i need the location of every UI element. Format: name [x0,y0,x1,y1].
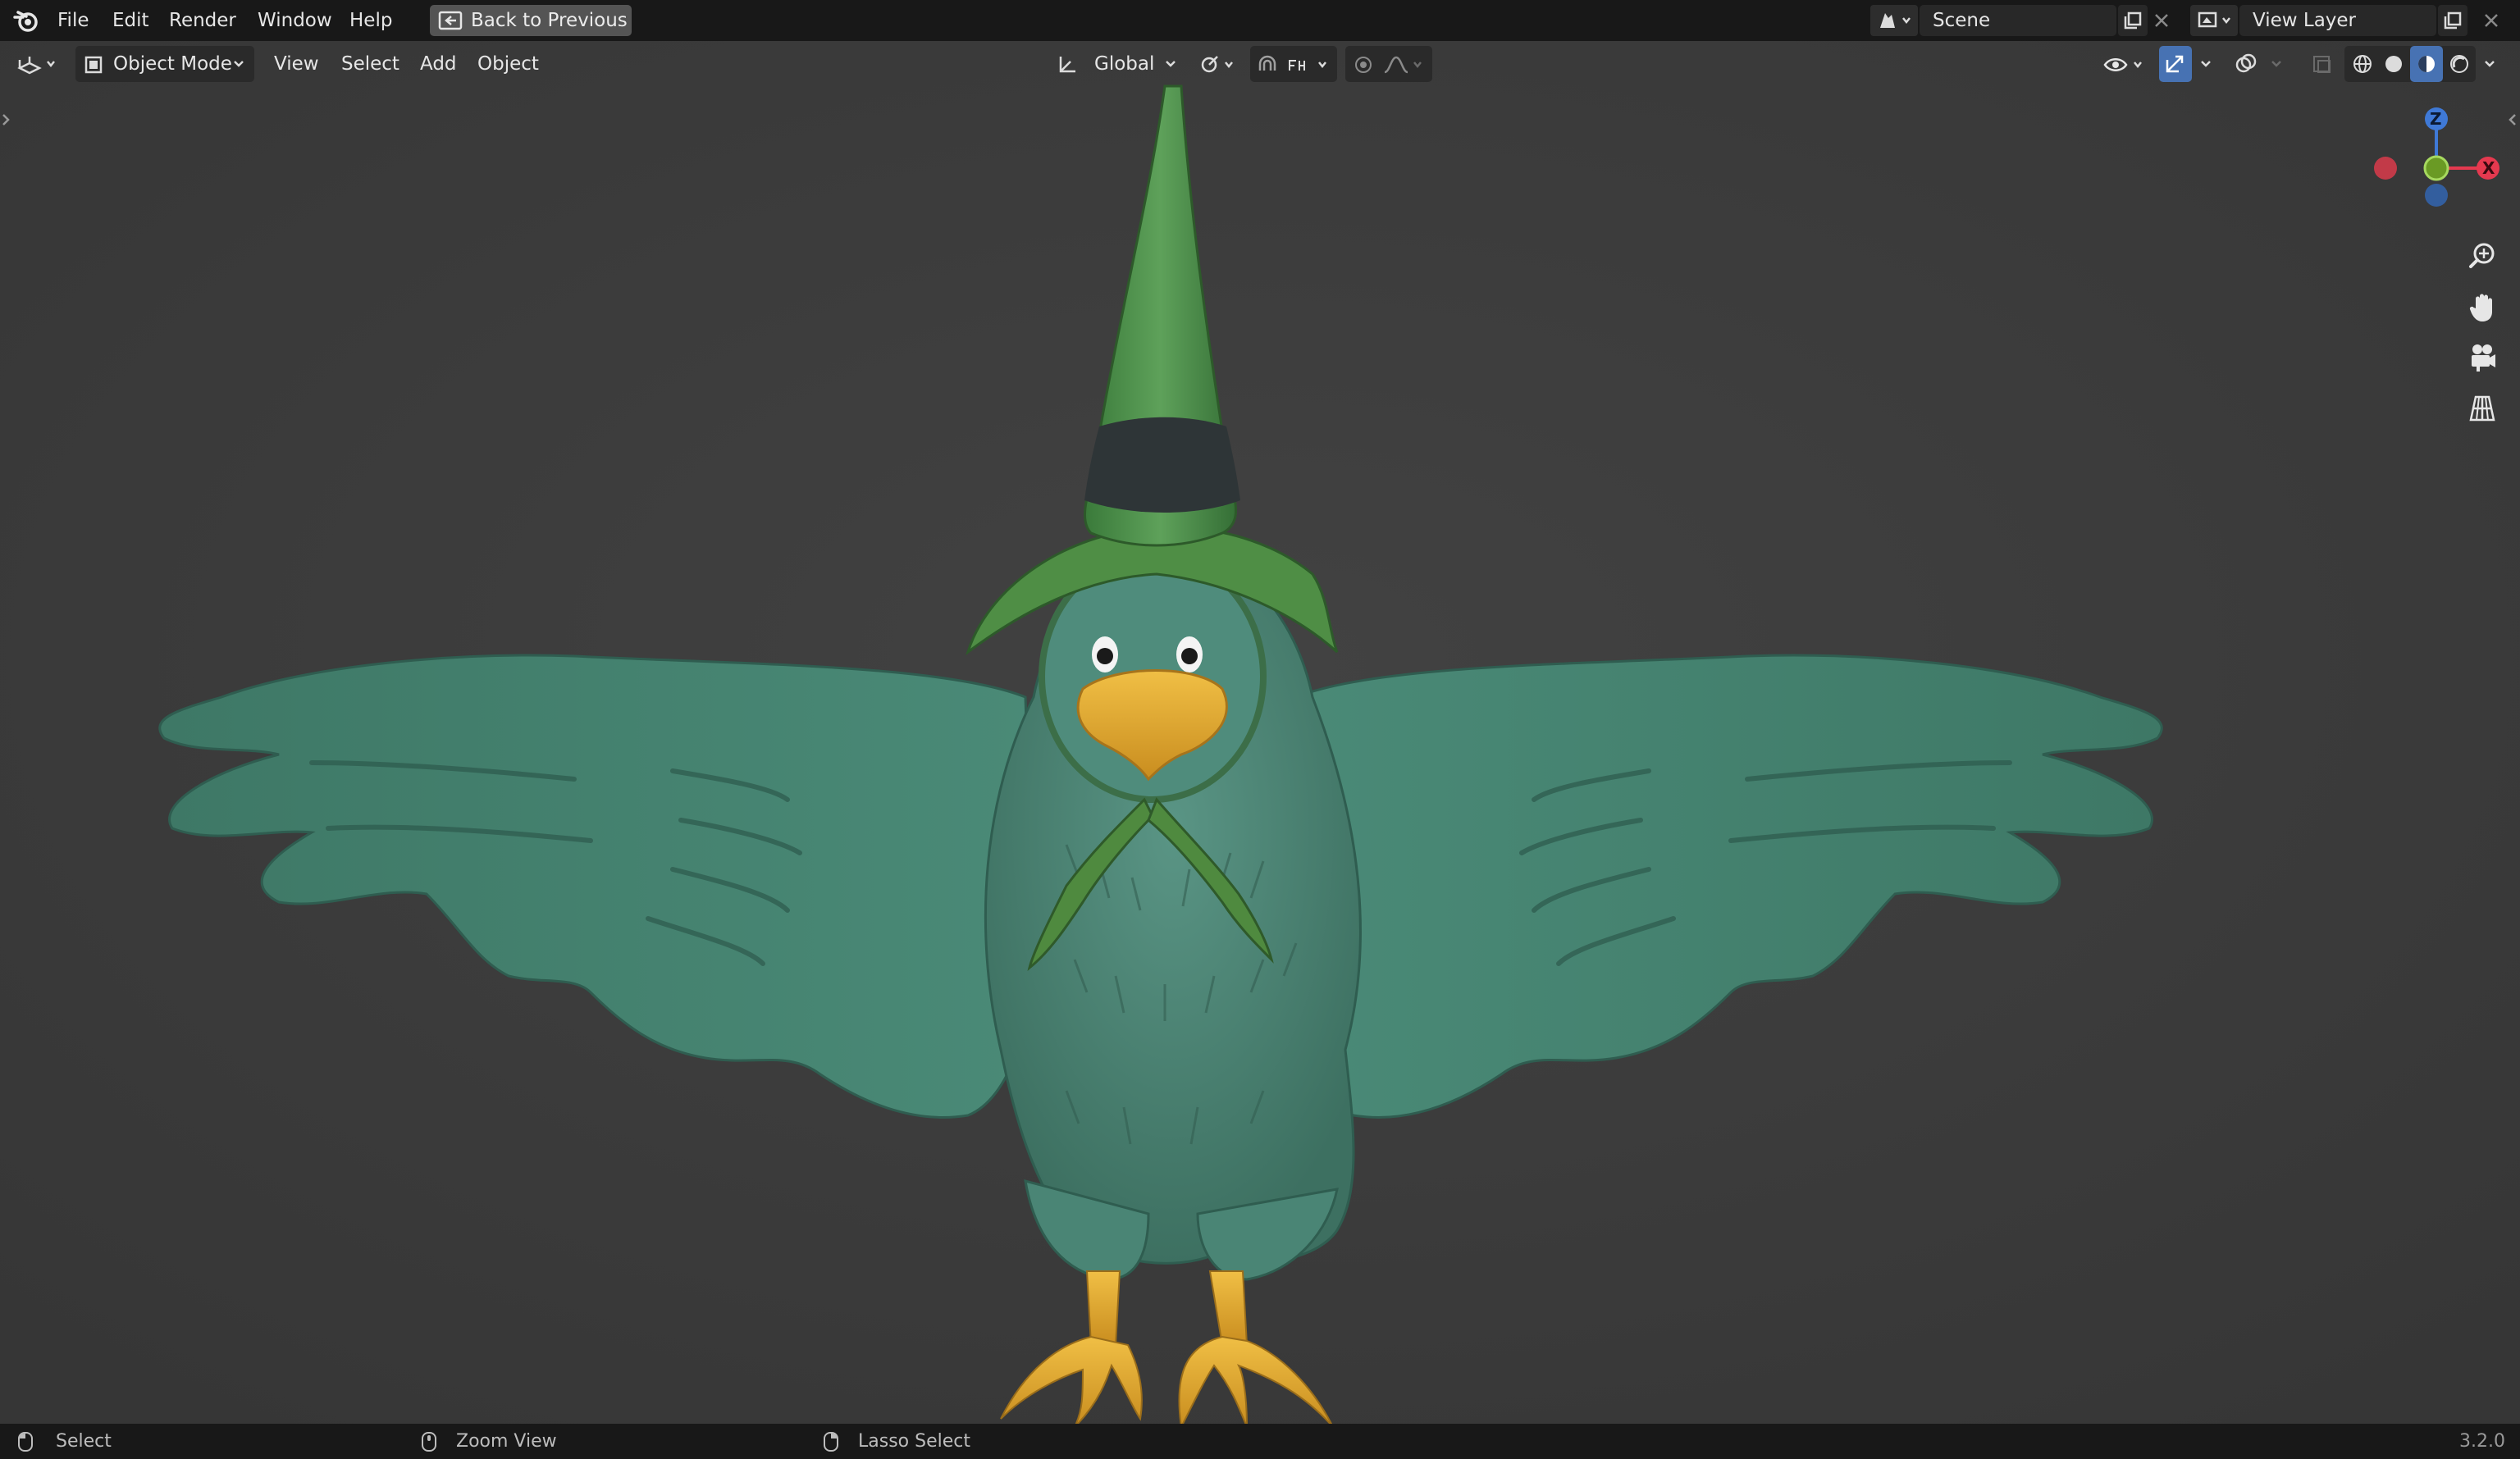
menu-select[interactable]: Select [331,46,409,82]
orientation-label: Global [1094,53,1155,75]
scene-icon [1880,13,1911,28]
menu-view[interactable]: View [264,46,329,82]
status-select-label: Select [56,1431,112,1452]
camera-view-button[interactable] [2464,340,2500,376]
shading-options-dropdown[interactable] [2477,46,2502,82]
pivot-point-icon [1201,56,1233,73]
menu-window[interactable]: Window [248,7,342,34]
chevron-down-icon [234,61,244,67]
zoom-icon [2469,243,2495,268]
xray-icon [2313,56,2331,73]
view-layer-name-field[interactable]: View Layer [2239,5,2436,36]
show-gizmo-toggle[interactable] [2159,46,2192,82]
hat-band [1084,417,1240,513]
version-label: 3.2.0 [2459,1431,2505,1452]
menu-add[interactable]: Add [410,46,467,82]
zoom-button[interactable] [2464,238,2500,274]
view-layer-icon [2198,11,2230,28]
eye-icon [2103,58,2142,71]
proportional-edit-icon [1355,57,1372,73]
back-to-previous-label: Back to Previous [471,10,628,31]
mouse-right-icon [824,1432,838,1452]
snap-magnet-icon [1258,55,1276,71]
scene-render [0,41,2520,1424]
blender-logo-icon [13,11,38,32]
overlays-icon [2235,53,2257,73]
object-mode-icon [84,56,103,74]
chevron-down-icon [1166,61,1176,67]
scene-browse-button[interactable] [1870,5,1918,36]
3d-viewport[interactable]: Z X [0,41,2520,1424]
menu-file[interactable]: File [48,7,99,34]
view-layer-name: View Layer [2253,10,2357,31]
wireframe-shading-icon[interactable] [2351,52,2374,75]
close-icon [2155,14,2168,27]
view-layer-browse-button[interactable] [2190,5,2238,36]
grid-view-icon [2469,395,2495,422]
pan-button[interactable] [2464,289,2500,325]
navigation-gizmo[interactable]: Z X [2362,103,2510,209]
chevron-down-icon [2201,61,2211,67]
3d-view-editor-icon [17,57,55,75]
close-icon [2485,14,2498,27]
xray-toggle[interactable] [2305,46,2338,82]
back-to-previous-button[interactable]: Back to Previous [430,5,632,36]
copy-icon [2444,11,2462,30]
mouse-left-icon [18,1432,33,1452]
mouse-middle-icon [422,1432,436,1452]
pan-hand-icon [2469,294,2492,321]
snapping-group[interactable] [1250,46,1337,82]
delete-scene-button[interactable] [2152,11,2171,30]
selectability-visibility-dropdown[interactable] [2100,46,2149,82]
back-screen-icon [438,11,463,30]
chevron-down-icon [2271,61,2281,67]
solid-shading-icon[interactable] [2382,52,2405,75]
rendered-shading-button[interactable] [2443,46,2476,82]
ortho-toggle-button[interactable] [2464,390,2500,426]
status-zoom-label: Zoom View [456,1431,557,1452]
proportional-editing-group[interactable] [1345,46,1432,82]
viewport-header: Object Mode View Select Add Object Globa… [0,41,2520,87]
z-axis-label: Z [2430,109,2442,129]
y-axis[interactable] [2423,155,2449,181]
scene-name-field[interactable]: Scene [1920,5,2116,36]
gizmo-icon [2166,55,2184,73]
menu-edit[interactable]: Edit [103,7,159,34]
new-view-layer-button[interactable] [2438,5,2468,36]
material-preview-shading-button[interactable] [2410,46,2443,82]
x-axis-label: X [2482,158,2495,178]
falloff-curve-icon [1384,56,1422,74]
object-mode-dropdown[interactable]: Object Mode [75,46,254,82]
neg-z-axis[interactable] [2425,184,2448,207]
scene-name: Scene [1933,10,1991,31]
rendered-shading-icon [2450,55,2468,73]
chevron-down-icon [2485,61,2495,67]
camera-icon [2472,344,2495,372]
material-preview-icon [2418,56,2435,72]
status-lasso-label: Lasso Select [858,1431,970,1452]
editor-type-button[interactable] [11,46,64,82]
menu-help[interactable]: Help [340,7,402,34]
copy-icon [2124,11,2142,30]
orientation-global-icon [1059,57,1075,73]
transform-orientation-dropdown[interactable]: Global [1052,46,1183,82]
menu-object[interactable]: Object [468,46,549,82]
gizmo-options-dropdown[interactable] [2194,46,2218,82]
object-mode-label: Object Mode [113,53,232,75]
menu-render[interactable]: Render [159,7,246,34]
delete-view-layer-button[interactable] [2482,11,2500,30]
neg-x-axis[interactable] [2374,157,2397,180]
pivot-point-dropdown[interactable] [1194,46,1242,82]
overlays-options-dropdown[interactable] [2264,46,2289,82]
new-scene-button[interactable] [2118,5,2148,36]
status-bar: Select Zoom View Lasso Select 3.2.0 [0,1424,2520,1459]
snap-increment-icon [1289,60,1326,71]
blender-logo[interactable] [11,7,39,34]
show-overlays-toggle[interactable] [2230,46,2262,82]
top-menu-bar: File Edit Render Window Help Back to Pre… [0,0,2520,41]
